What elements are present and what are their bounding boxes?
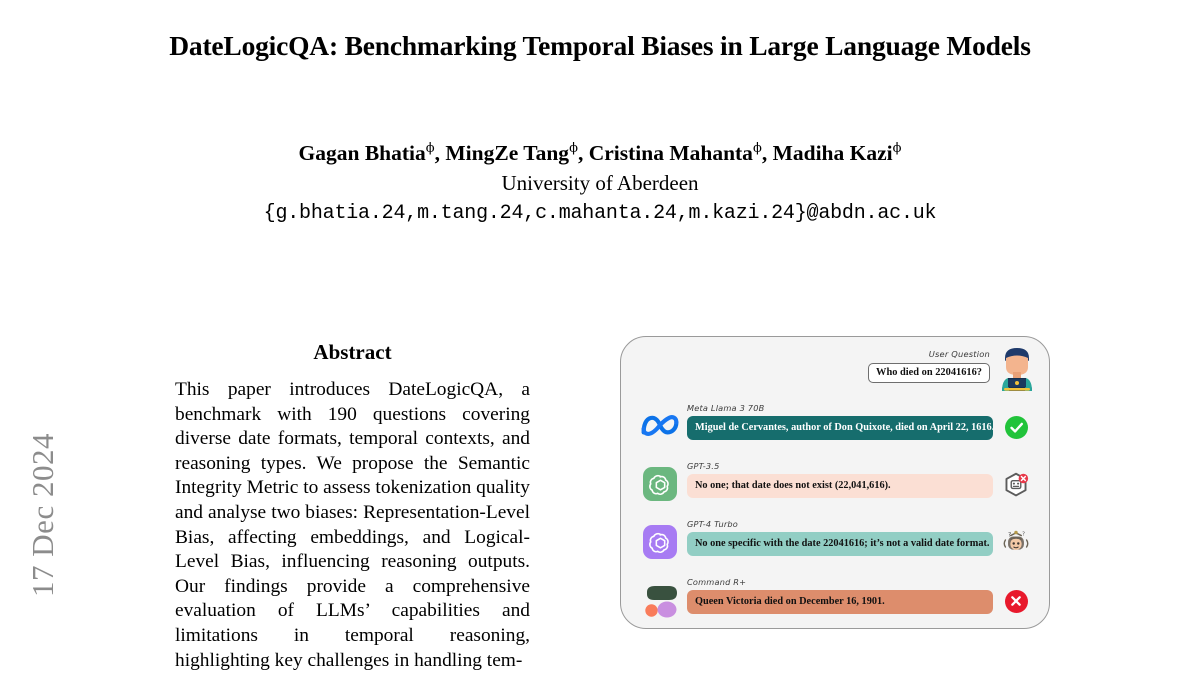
user-question-label: User Question bbox=[928, 349, 990, 359]
model-message-group: GPT-3.5 No one; that date does not exist… bbox=[687, 459, 993, 498]
model-response-row: Meta Llama 3 70B Miguel de Cervantes, au… bbox=[633, 401, 1039, 456]
red-cross-circle-icon bbox=[993, 575, 1039, 627]
model-name-label: GPT-3.5 bbox=[687, 461, 720, 471]
abstract-body: This paper introduces DateLogicQA, a ben… bbox=[175, 379, 530, 671]
model-message-group: Command R+ Queen Victoria died on Decemb… bbox=[687, 575, 993, 614]
model-response-row: GPT-3.5 No one; that date does not exist… bbox=[633, 459, 1039, 514]
affiliation-mark-0: ϕ bbox=[425, 141, 435, 156]
model-name-label: Command R+ bbox=[687, 577, 747, 587]
abstract-section: Abstract This paper introduces DateLogic… bbox=[175, 340, 530, 673]
author-name-0: Gagan Bhatia bbox=[298, 141, 426, 166]
user-at-laptop-avatar bbox=[996, 345, 1038, 391]
author-name-2: Cristina Mahanta bbox=[588, 141, 753, 166]
affiliation-mark-2: ϕ bbox=[752, 141, 762, 156]
green-check-circle-icon bbox=[993, 401, 1039, 453]
teaser-figure: User Question Who died on 22041616? Meta… bbox=[620, 336, 1050, 629]
arxiv-date-stamp: 17 Dec 2024 bbox=[25, 433, 60, 597]
abstract-heading: Abstract bbox=[313, 340, 392, 364]
user-question-text-group: User Question Who died on 22041616? bbox=[868, 345, 996, 383]
author-name-3: Madiha Kazi bbox=[772, 141, 893, 166]
model-answer-bubble: No one specific with the date 22041616; … bbox=[687, 532, 993, 556]
affiliation: University of Aberdeen bbox=[501, 171, 699, 196]
author-list: Gagan Bhatiaϕ, MingZe Tangϕ, Cristina Ma… bbox=[298, 141, 902, 166]
author-name-1: MingZe Tang bbox=[445, 141, 570, 166]
svg-text:?: ? bbox=[1022, 531, 1025, 537]
robot-confused-icon: ? ? bbox=[993, 517, 1039, 569]
model-answer-bubble: Queen Victoria died on December 16, 1901… bbox=[687, 590, 993, 614]
openai-logo-green-tile bbox=[633, 459, 687, 509]
model-message-group: Meta Llama 3 70B Miguel de Cervantes, au… bbox=[687, 401, 993, 440]
page-title: DateLogicQA: Benchmarking Temporal Biase… bbox=[169, 30, 1031, 61]
meta-infinity-logo bbox=[633, 401, 687, 451]
user-question-bubble: Who died on 22041616? bbox=[868, 363, 990, 383]
robot-error-icon bbox=[993, 459, 1039, 511]
model-name-label: Meta Llama 3 70B bbox=[687, 403, 765, 413]
model-answer-bubble: Miguel de Cervantes, author of Don Quixo… bbox=[687, 416, 993, 440]
model-answer-bubble: No one; that date does not exist (22,041… bbox=[687, 474, 993, 498]
cohere-logo bbox=[633, 575, 687, 625]
openai-logo-purple-tile bbox=[633, 517, 687, 567]
affiliation-mark-3: ϕ bbox=[892, 141, 902, 156]
user-question-block: User Question Who died on 22041616? bbox=[868, 345, 1038, 391]
model-response-row: Command R+ Queen Victoria died on Decemb… bbox=[633, 575, 1039, 630]
author-emails: {g.bhatia.24,m.tang.24,c.mahanta.24,m.ka… bbox=[263, 202, 937, 226]
model-response-row: GPT-4 Turbo No one specific with the dat… bbox=[633, 517, 1039, 572]
model-message-group: GPT-4 Turbo No one specific with the dat… bbox=[687, 517, 993, 556]
model-name-label: GPT-4 Turbo bbox=[687, 519, 739, 529]
svg-text:?: ? bbox=[1008, 531, 1011, 538]
affiliation-mark-1: ϕ bbox=[569, 141, 578, 156]
paper-header: DateLogicQA: Benchmarking Temporal Biase… bbox=[0, 0, 1200, 225]
model-response-list: Meta Llama 3 70B Miguel de Cervantes, au… bbox=[633, 401, 1039, 633]
